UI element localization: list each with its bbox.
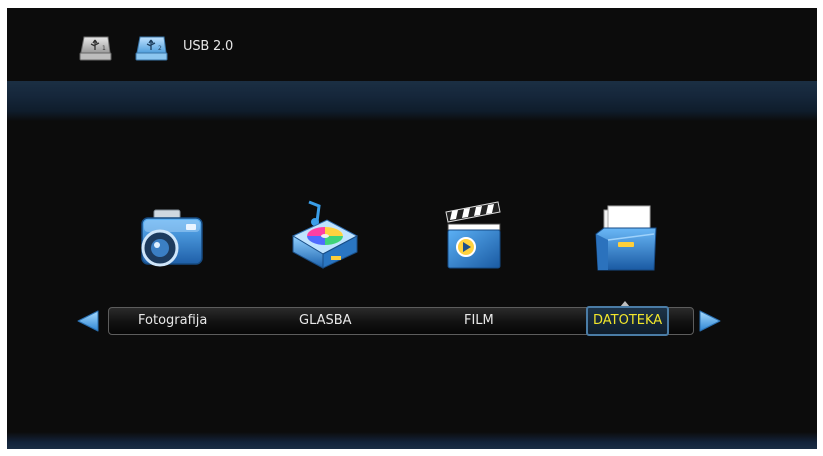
media-player-screen: 1 2 USB 2.0 Fotografija GLASBA FILM DATO… — [7, 8, 817, 449]
usb-number: 2 — [158, 45, 162, 52]
clapperboard-icon[interactable] — [436, 200, 510, 272]
arrow-right-icon[interactable] — [698, 310, 722, 332]
menu-item-photo[interactable]: Fotografija — [138, 308, 207, 334]
header-stripe — [7, 81, 817, 121]
media-menu-bar: Fotografija GLASBA FILM DATOTEKA — [108, 306, 694, 336]
usb-version-label: USB 2.0 — [183, 39, 234, 54]
camera-icon[interactable] — [134, 204, 208, 276]
arrow-left-icon[interactable] — [76, 310, 100, 332]
folder-files-icon[interactable] — [588, 204, 662, 276]
menu-item-file-selected[interactable]: DATOTEKA — [586, 306, 670, 336]
usb-drive-1-icon[interactable]: 1 — [78, 33, 112, 63]
footer-stripe — [7, 432, 817, 449]
usb-number: 1 — [102, 45, 106, 52]
music-projector-icon[interactable] — [287, 198, 361, 270]
device-bar: 1 2 USB 2.0 — [7, 8, 817, 78]
menu-item-music[interactable]: GLASBA — [299, 308, 352, 334]
usb-drive-2-icon[interactable]: 2 — [134, 33, 168, 63]
menu-item-movie[interactable]: FILM — [464, 308, 494, 334]
